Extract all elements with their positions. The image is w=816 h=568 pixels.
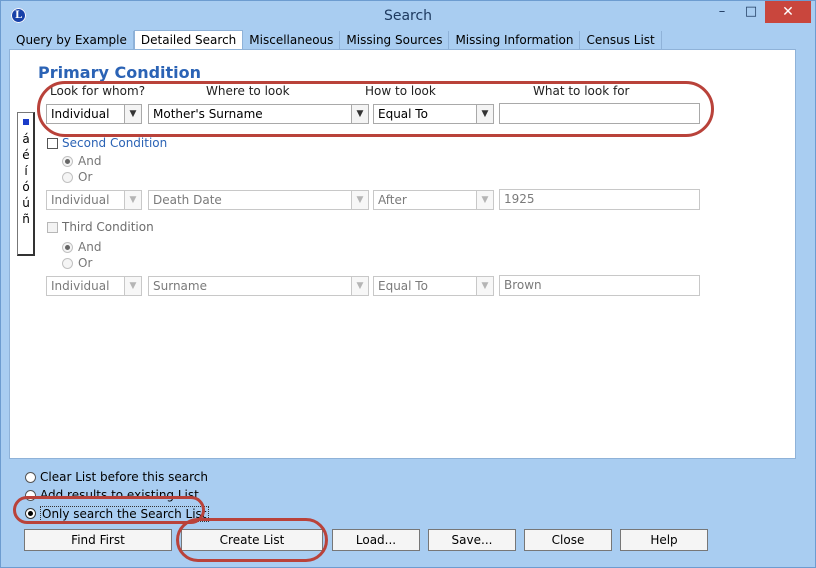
second-or-radio[interactable] bbox=[62, 172, 73, 183]
third-and-label: And bbox=[78, 240, 102, 254]
char-o-acute[interactable]: ó bbox=[18, 180, 34, 194]
second-or-label: Or bbox=[78, 170, 93, 184]
tab-query-by-example[interactable]: Query by Example bbox=[10, 31, 134, 49]
third-where-value: Surname bbox=[153, 279, 207, 293]
third-how-value: Equal To bbox=[378, 279, 428, 293]
third-whom-select[interactable]: Individual ▼ bbox=[46, 276, 142, 296]
primary-where-value: Mother's Surname bbox=[153, 107, 263, 121]
second-and-label: And bbox=[78, 154, 102, 168]
special-characters-strip: á é í ó ú ñ bbox=[17, 112, 35, 256]
chevron-down-icon[interactable]: ▼ bbox=[476, 277, 493, 295]
tab-missing-sources[interactable]: Missing Sources bbox=[340, 31, 450, 49]
tab-miscellaneous[interactable]: Miscellaneous bbox=[243, 31, 341, 49]
char-u-acute[interactable]: ú bbox=[18, 196, 34, 210]
char-n-tilde[interactable]: ñ bbox=[18, 212, 34, 226]
second-whom-value: Individual bbox=[51, 193, 110, 207]
primary-whom-value: Individual bbox=[51, 107, 110, 121]
chevron-down-icon[interactable]: ▼ bbox=[476, 191, 493, 209]
second-condition-checkbox[interactable] bbox=[47, 138, 58, 149]
what-to-look-for-header: What to look for bbox=[533, 84, 630, 98]
clear-list-label: Clear List before this search bbox=[40, 470, 208, 484]
third-condition-checkbox[interactable] bbox=[47, 222, 58, 233]
find-first-button[interactable]: Find First bbox=[24, 529, 172, 551]
look-for-whom-header: Look for whom? bbox=[50, 84, 146, 98]
second-where-select[interactable]: Death Date ▼ bbox=[148, 190, 369, 210]
add-results-label: Add results to existing List bbox=[40, 488, 199, 502]
close-window-button[interactable]: ✕ bbox=[765, 1, 811, 23]
where-to-look-header: Where to look bbox=[206, 84, 290, 98]
load-button[interactable]: Load... bbox=[332, 529, 420, 551]
close-button[interactable]: Close bbox=[524, 529, 612, 551]
add-results-radio[interactable] bbox=[25, 490, 36, 501]
primary-how-select[interactable]: Equal To ▼ bbox=[373, 104, 494, 124]
primary-what-input[interactable] bbox=[499, 103, 700, 124]
window-title: Search bbox=[383, 8, 433, 24]
second-what-input[interactable]: 1925 bbox=[499, 189, 700, 210]
title-bar: L Search – □ ✕ bbox=[1, 1, 815, 31]
second-where-value: Death Date bbox=[153, 193, 222, 207]
tab-census-list[interactable]: Census List bbox=[580, 31, 662, 49]
only-search-list-radio[interactable] bbox=[25, 508, 36, 519]
primary-where-select[interactable]: Mother's Surname ▼ bbox=[148, 104, 369, 124]
third-or-radio[interactable] bbox=[62, 258, 73, 269]
second-how-value: After bbox=[378, 193, 407, 207]
third-how-select[interactable]: Equal To ▼ bbox=[373, 276, 494, 296]
only-search-list-label: Only search the Search List bbox=[40, 506, 209, 522]
chevron-down-icon[interactable]: ▼ bbox=[124, 191, 141, 209]
chevron-down-icon[interactable]: ▼ bbox=[351, 191, 368, 209]
second-how-select[interactable]: After ▼ bbox=[373, 190, 494, 210]
third-where-select[interactable]: Surname ▼ bbox=[148, 276, 369, 296]
create-list-button[interactable]: Create List bbox=[181, 529, 323, 551]
second-whom-select[interactable]: Individual ▼ bbox=[46, 190, 142, 210]
primary-whom-select[interactable]: Individual ▼ bbox=[46, 104, 142, 124]
third-and-radio[interactable] bbox=[62, 242, 73, 253]
chevron-down-icon[interactable]: ▼ bbox=[124, 277, 141, 295]
third-what-input[interactable]: Brown bbox=[499, 275, 700, 296]
primary-condition-title: Primary Condition bbox=[38, 63, 202, 82]
third-whom-value: Individual bbox=[51, 279, 110, 293]
chevron-down-icon[interactable]: ▼ bbox=[124, 105, 141, 123]
chevron-down-icon[interactable]: ▼ bbox=[476, 105, 493, 123]
maximize-button[interactable]: □ bbox=[737, 1, 765, 23]
tab-missing-information[interactable]: Missing Information bbox=[449, 31, 581, 49]
clear-list-radio[interactable] bbox=[25, 472, 36, 483]
save-button[interactable]: Save... bbox=[428, 529, 516, 551]
char-i-acute[interactable]: í bbox=[18, 164, 34, 178]
second-condition-label: Second Condition bbox=[62, 136, 168, 150]
tab-detailed-search[interactable]: Detailed Search bbox=[133, 30, 244, 50]
primary-how-value: Equal To bbox=[378, 107, 428, 121]
strip-marker-icon bbox=[23, 119, 29, 125]
char-e-acute[interactable]: é bbox=[18, 148, 34, 162]
help-button[interactable]: Help bbox=[620, 529, 708, 551]
chevron-down-icon[interactable]: ▼ bbox=[351, 277, 368, 295]
second-and-radio[interactable] bbox=[62, 156, 73, 167]
third-condition-label: Third Condition bbox=[62, 220, 154, 234]
char-a-acute[interactable]: á bbox=[18, 132, 34, 146]
how-to-look-header: How to look bbox=[365, 84, 436, 98]
minimize-button[interactable]: – bbox=[708, 1, 736, 23]
third-or-label: Or bbox=[78, 256, 93, 270]
chevron-down-icon[interactable]: ▼ bbox=[351, 105, 368, 123]
tab-bar: Query by Example Detailed Search Miscell… bbox=[10, 30, 662, 50]
